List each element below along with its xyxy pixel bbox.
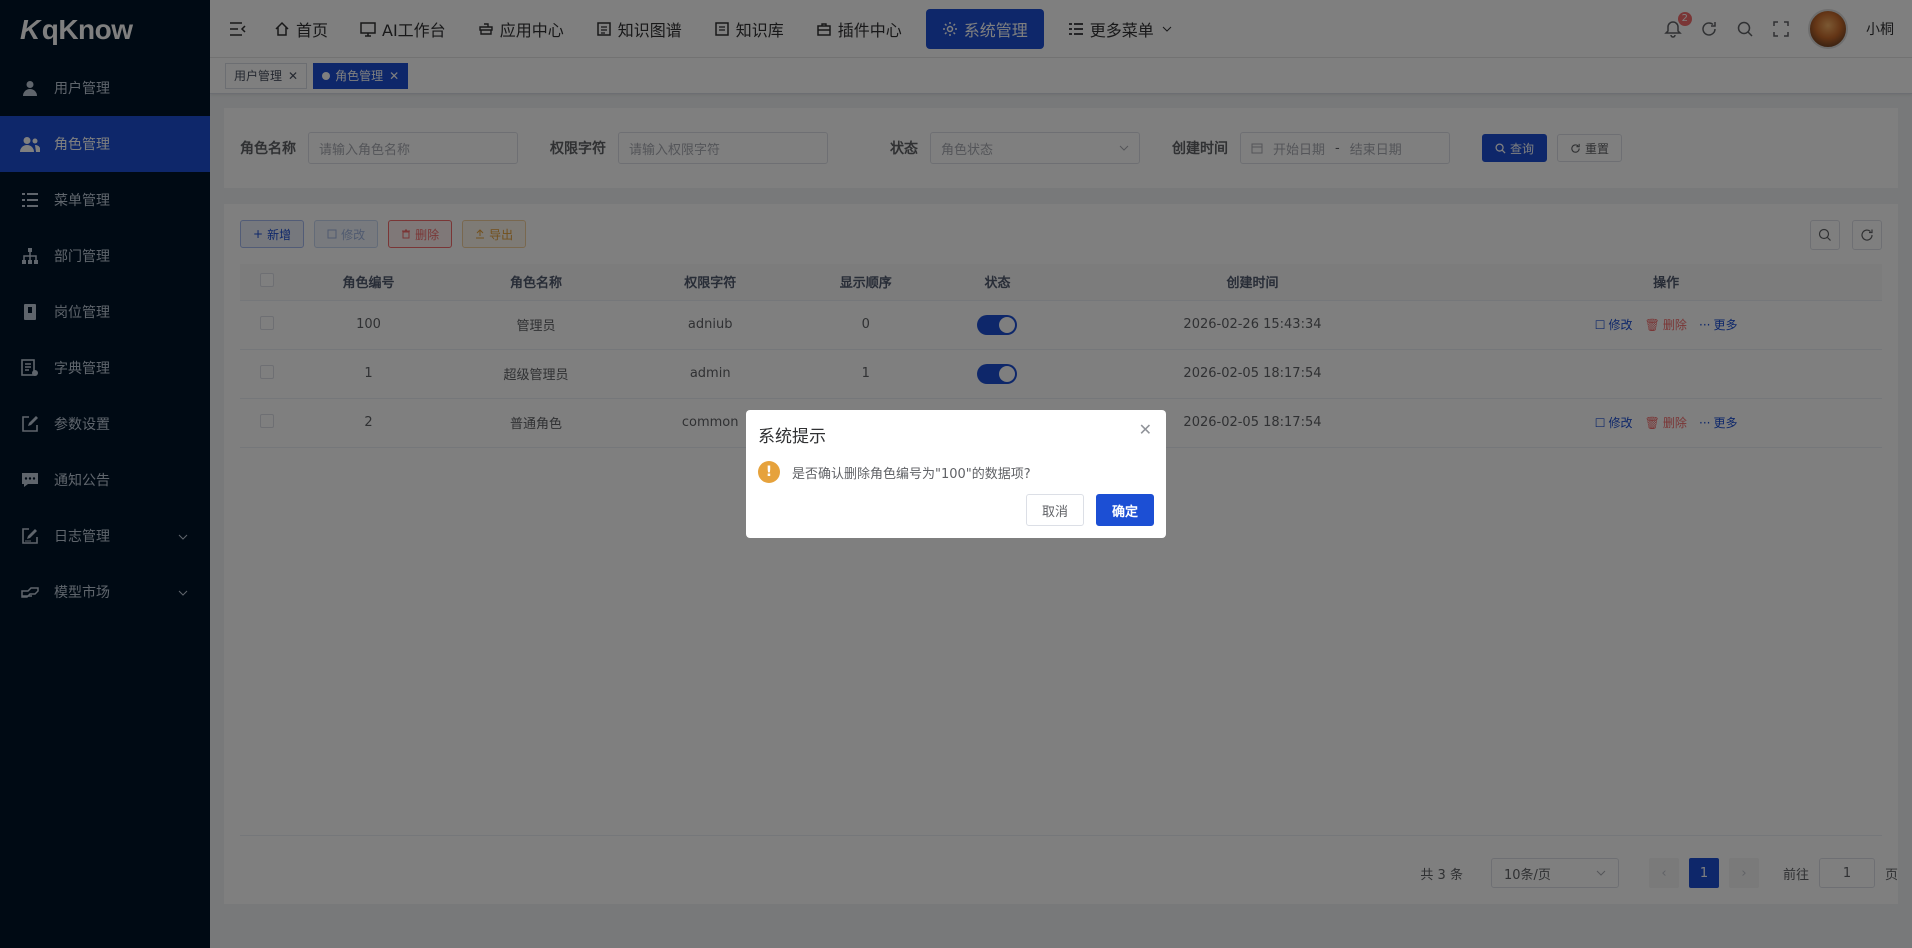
- confirm-button[interactable]: 确定: [1095, 494, 1154, 526]
- close-icon[interactable]: ✕: [1139, 420, 1152, 439]
- cancel-button[interactable]: 取消: [1025, 494, 1084, 526]
- dialog-body: ! 是否确认删除角色编号为"100"的数据项?: [758, 461, 1154, 483]
- dialog-message: 是否确认删除角色编号为"100"的数据项?: [792, 466, 1031, 482]
- warning-icon: !: [758, 461, 780, 483]
- dialog-footer: 取消 确定: [1025, 494, 1154, 526]
- dialog-title: 系统提示: [758, 427, 826, 447]
- confirm-dialog: 系统提示 ✕ ! 是否确认删除角色编号为"100"的数据项? 取消 确定: [746, 410, 1166, 538]
